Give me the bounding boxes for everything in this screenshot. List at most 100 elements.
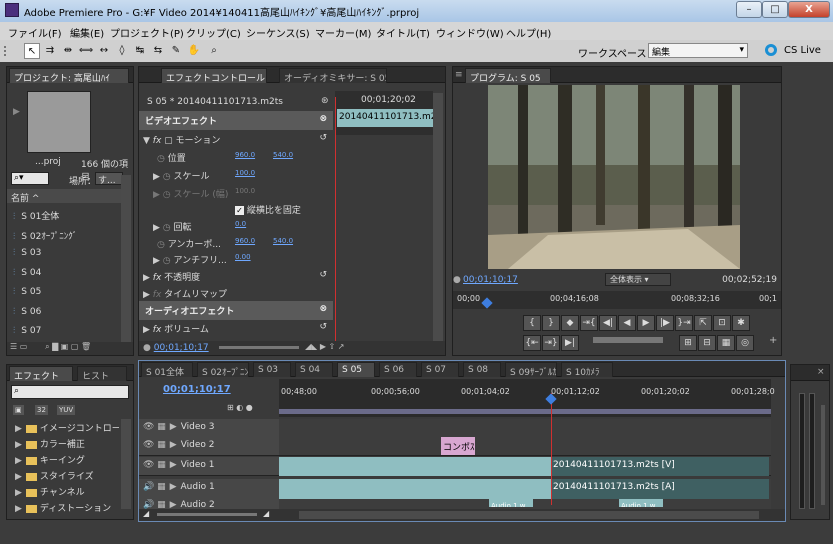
fit-select[interactable]: 全体表示 ▾ bbox=[605, 273, 671, 286]
tab-sequence[interactable]: S 05 bbox=[337, 362, 375, 377]
trim-monitor-icon[interactable]: ⊞ bbox=[679, 335, 697, 351]
title-clip[interactable]: コンポｽ bbox=[441, 437, 475, 455]
expand-triangle-icon[interactable]: ▶ bbox=[15, 504, 22, 514]
snap-icon[interactable]: ⊞ ◐ ● bbox=[227, 403, 253, 412]
timeline-current-timecode[interactable]: 00;01;10;17 bbox=[163, 384, 231, 395]
expand-triangle-icon[interactable]: ▶ bbox=[15, 440, 22, 450]
program-current-timecode[interactable]: 00;01;10;17 bbox=[463, 275, 518, 285]
audio-clip-prev[interactable] bbox=[279, 479, 551, 499]
audio-clip[interactable]: 20140411101713.m2ts [A] bbox=[551, 479, 769, 499]
slip-tool-icon[interactable]: ↹ bbox=[132, 43, 148, 59]
tab-project[interactable]: プロジェクト: 高尾山ﾊｲ bbox=[9, 68, 129, 83]
collapse-icon[interactable]: ⊗ bbox=[319, 114, 327, 124]
go-to-out-icon[interactable]: }⇥ bbox=[675, 315, 693, 331]
effects-bin-item[interactable]: ▶ カラー補正 bbox=[15, 435, 119, 450]
menu-sequence[interactable]: シーケンス(S) bbox=[246, 25, 310, 40]
work-area-bar[interactable] bbox=[279, 409, 771, 414]
menu-marker[interactable]: マーカー(M) bbox=[315, 25, 371, 40]
expand-triangle-icon[interactable]: ▶ bbox=[153, 223, 160, 233]
panel-menu-icon[interactable]: ≡ bbox=[455, 70, 463, 80]
hand-tool-icon[interactable]: ✋ bbox=[186, 43, 202, 59]
effects-bin-item[interactable]: ▶ チャンネル bbox=[15, 483, 119, 498]
visibility-icon[interactable]: 👁 ▦ bbox=[143, 440, 166, 450]
expand-triangle-icon[interactable]: ▶ bbox=[15, 424, 22, 434]
audio2-clip-b[interactable]: Audio 1.w bbox=[619, 499, 663, 507]
fx-icon[interactable]: fx bbox=[153, 325, 162, 335]
safe-margin-icon[interactable]: ◎ bbox=[736, 335, 754, 351]
cs-live-button[interactable]: CS Live bbox=[784, 45, 821, 56]
project-list-item[interactable]: ⫶ S 07 bbox=[7, 322, 121, 341]
rotation-value[interactable]: 0.0 bbox=[235, 220, 246, 228]
expand-triangle-icon[interactable]: ▶ bbox=[170, 482, 177, 492]
effects-bin-item[interactable]: ▶ スタイライズ bbox=[15, 467, 119, 482]
rate-stretch-tool-icon[interactable]: ↔ bbox=[96, 43, 112, 59]
tab-sequence[interactable]: S 06 bbox=[379, 362, 417, 377]
anchor-y[interactable]: 540.0 bbox=[273, 237, 293, 245]
accelerated-effects-icon[interactable]: ▣ bbox=[13, 405, 24, 415]
close-button[interactable]: X bbox=[788, 1, 830, 18]
fx-icon[interactable]: fx bbox=[153, 273, 162, 283]
project-list-item[interactable]: ⫶ S 04 bbox=[7, 264, 121, 283]
effects-bin-item[interactable]: ▶ イメージコントロール bbox=[15, 419, 119, 434]
tab-program[interactable]: プログラム: S 05 bbox=[465, 68, 551, 83]
reset-icon[interactable]: ↺ bbox=[319, 322, 327, 332]
program-ruler[interactable]: 00;00 00;04;16;08 00;08;32;16 00;1 bbox=[453, 291, 781, 309]
uniform-scale-checkbox[interactable]: ✓ bbox=[235, 206, 244, 215]
ec-scrollbar[interactable] bbox=[433, 93, 443, 341]
selection-tool-icon[interactable]: ↖ bbox=[24, 43, 40, 59]
expand-triangle-icon[interactable]: ▶ bbox=[143, 273, 150, 283]
stopwatch-icon[interactable]: ◷ bbox=[163, 256, 171, 266]
timeline-playhead[interactable] bbox=[551, 393, 552, 505]
timeline-hscrollbar[interactable] bbox=[299, 511, 759, 519]
minimize-button[interactable]: – bbox=[736, 1, 762, 18]
stopwatch-icon[interactable]: ◷ bbox=[157, 240, 165, 250]
menu-edit[interactable]: 編集(E) bbox=[70, 25, 104, 40]
jog-slider[interactable] bbox=[593, 337, 663, 343]
project-list-item[interactable]: ⫶ S 02ｵｰﾌﾟﾆﾝｸﾞ bbox=[7, 225, 121, 244]
timeline-zoom-slider[interactable] bbox=[157, 513, 257, 516]
marker-icon[interactable]: ◆ bbox=[561, 315, 579, 331]
effects-search-input[interactable]: ⌕ bbox=[11, 385, 129, 399]
ripple-edit-tool-icon[interactable]: ⇹ bbox=[60, 43, 76, 59]
zoom-out-icon[interactable]: ◢ bbox=[143, 509, 149, 518]
menu-title[interactable]: タイトル(T) bbox=[376, 25, 430, 40]
track-select-tool-icon[interactable]: ⇉ bbox=[42, 43, 58, 59]
ff-icon[interactable]: ⊛ bbox=[321, 96, 329, 106]
in-select[interactable]: す... bbox=[95, 172, 123, 186]
tab-sequence[interactable]: S 01全体 bbox=[141, 362, 193, 377]
reset-icon[interactable]: ↺ bbox=[319, 133, 327, 143]
tab-audio-mixer[interactable]: オーディオミキサー: S 05 bbox=[279, 68, 387, 83]
menu-help[interactable]: ヘルプ(H) bbox=[506, 25, 551, 40]
collapse-icon[interactable]: ⊗ bbox=[319, 304, 327, 314]
expand-triangle-icon[interactable]: ▶ bbox=[170, 440, 177, 450]
expand-triangle-icon[interactable]: ▼ bbox=[143, 136, 150, 146]
track-lane[interactable] bbox=[279, 419, 771, 438]
tab-sequence[interactable]: S 03 bbox=[253, 362, 291, 377]
expand-triangle-icon[interactable]: ▶ bbox=[170, 422, 177, 432]
export-frame-icon[interactable]: ✱ bbox=[732, 315, 750, 331]
visibility-icon[interactable]: 👁 ▦ bbox=[143, 422, 166, 432]
play-icon[interactable]: ▶ bbox=[637, 315, 655, 331]
program-playhead[interactable] bbox=[481, 297, 493, 309]
timeline-ruler[interactable]: 00;48;00 00;00;56;00 00;01;04;02 00;01;12;0… bbox=[279, 379, 775, 417]
effects-bin-item[interactable]: ▶ ディストーション bbox=[15, 499, 119, 514]
expand-triangle-icon[interactable]: ▶ bbox=[15, 472, 22, 482]
menu-file[interactable]: ファイル(F) bbox=[8, 25, 62, 40]
tab-sequence[interactable]: S 08 bbox=[463, 362, 501, 377]
project-list-item[interactable]: ⫶ S 05 bbox=[7, 283, 121, 302]
anchor-x[interactable]: 960.0 bbox=[235, 237, 255, 245]
zoom-in-icon[interactable]: ◢ bbox=[263, 509, 269, 518]
expand-triangle-icon[interactable]: ▶ bbox=[153, 190, 160, 200]
tab-effects[interactable]: エフェクト bbox=[9, 366, 73, 381]
32bit-effects-icon[interactable]: 32 bbox=[35, 405, 48, 415]
fx-icon[interactable]: fx bbox=[153, 136, 162, 146]
video-clip-prev[interactable] bbox=[279, 457, 551, 476]
volume-row[interactable]: ▶ fx ボリューム ↺ bbox=[139, 319, 333, 338]
menu-window[interactable]: ウィンドウ(W) bbox=[436, 25, 504, 40]
position-y[interactable]: 540.0 bbox=[273, 151, 293, 159]
antiflicker-value[interactable]: 0.00 bbox=[235, 253, 251, 261]
go-to-prev-edit-icon[interactable]: {⇤ bbox=[523, 335, 541, 351]
lift-icon[interactable]: ⇱ bbox=[694, 315, 712, 331]
project-scrollbar[interactable] bbox=[121, 175, 131, 345]
tab-sequence[interactable]: S 07 bbox=[421, 362, 459, 377]
